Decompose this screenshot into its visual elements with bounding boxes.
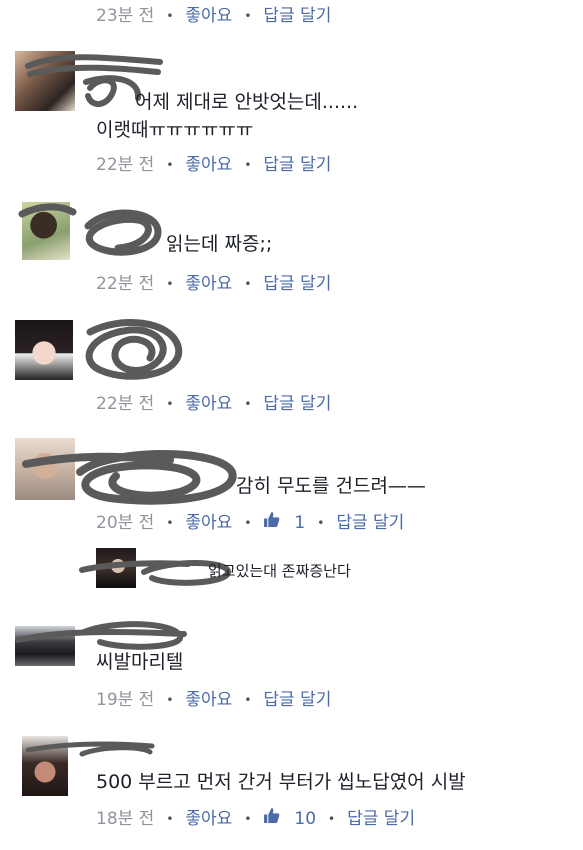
avatar[interactable]: [15, 320, 73, 380]
comment-meta: 19분 전 • 좋아요 • 답글 달기: [96, 688, 331, 712]
like-count[interactable]: 10: [294, 807, 316, 831]
like-button[interactable]: 좋아요: [185, 807, 232, 831]
timestamp: 19분 전: [96, 690, 155, 710]
separator-dot: •: [244, 516, 252, 530]
separator-dot: •: [166, 812, 174, 826]
avatar[interactable]: [15, 626, 75, 666]
reply-button[interactable]: 답글 달기: [263, 392, 331, 416]
separator-dot: •: [166, 693, 174, 707]
like-button[interactable]: 좋아요: [185, 153, 232, 177]
reply-button[interactable]: 답글 달기: [263, 153, 331, 177]
comment-meta: 18분 전 • 좋아요 • 10 • 답글 달기: [96, 807, 415, 831]
avatar[interactable]: [15, 51, 75, 111]
separator-dot: •: [328, 812, 336, 826]
separator-dot: •: [244, 693, 252, 707]
like-button[interactable]: 좋아요: [185, 4, 232, 28]
timestamp: 22분 전: [96, 274, 155, 294]
reply-avatar[interactable]: [96, 548, 136, 588]
like-button[interactable]: 좋아요: [185, 392, 232, 416]
timestamp: 20분 전: [96, 513, 155, 533]
comment-meta: 22분 전 • 좋아요 • 답글 달기: [96, 153, 331, 177]
comment-text: 읽는데 짜증;;: [166, 233, 273, 255]
timestamp: 23분 전: [96, 6, 155, 26]
reply-button[interactable]: 답글 달기: [263, 4, 331, 28]
avatar[interactable]: [22, 736, 68, 796]
comment-meta: 22분 전 • 좋아요 • 답글 달기: [96, 392, 331, 416]
separator-dot: •: [244, 158, 252, 172]
separator-dot: •: [244, 277, 252, 291]
like-button[interactable]: 좋아요: [185, 272, 232, 296]
thumbs-up-icon: [264, 808, 280, 823]
like-count[interactable]: 1: [294, 511, 305, 535]
comment-text: 감히 무도를 건드려——: [236, 475, 426, 497]
comment-text: 이랫때ㅠㅠㅠㅠㅠㅠ: [96, 119, 254, 141]
reply-button[interactable]: 답글 달기: [347, 807, 415, 831]
reply-text: 읽고있는대 존짜증난다: [208, 562, 351, 580]
separator-dot: •: [166, 516, 174, 530]
separator-dot: •: [166, 9, 174, 23]
separator-dot: •: [317, 516, 325, 530]
avatar[interactable]: [22, 202, 70, 260]
reply-button[interactable]: 답글 달기: [263, 272, 331, 296]
like-button[interactable]: 좋아요: [185, 511, 232, 535]
avatar[interactable]: [15, 438, 75, 500]
separator-dot: •: [244, 397, 252, 411]
timestamp: 18분 전: [96, 809, 155, 829]
separator-dot: •: [244, 812, 252, 826]
separator-dot: •: [166, 277, 174, 291]
like-button[interactable]: 좋아요: [185, 688, 232, 712]
redaction-scribble: [85, 319, 183, 380]
reply-button[interactable]: 답글 달기: [263, 688, 331, 712]
comment-meta: 22분 전 • 좋아요 • 답글 달기: [96, 272, 331, 296]
comment-text: 500 부르고 먼저 간거 부터가 씹노답였어 시발: [96, 771, 466, 793]
separator-dot: •: [166, 397, 174, 411]
reply-button[interactable]: 답글 달기: [336, 511, 404, 535]
comment-text: 씨발마리텔: [96, 651, 184, 673]
separator-dot: •: [166, 158, 174, 172]
comment-text: 어제 제대로 안밧엇는데......: [135, 91, 359, 113]
comment-meta: 20분 전 • 좋아요 • 1 • 답글 달기: [96, 511, 404, 535]
comment-meta: 23분 전 • 좋아요 • 답글 달기: [96, 4, 331, 28]
separator-dot: •: [244, 9, 252, 23]
thumbs-up-icon: [264, 512, 280, 527]
timestamp: 22분 전: [96, 394, 155, 414]
timestamp: 22분 전: [96, 155, 155, 175]
